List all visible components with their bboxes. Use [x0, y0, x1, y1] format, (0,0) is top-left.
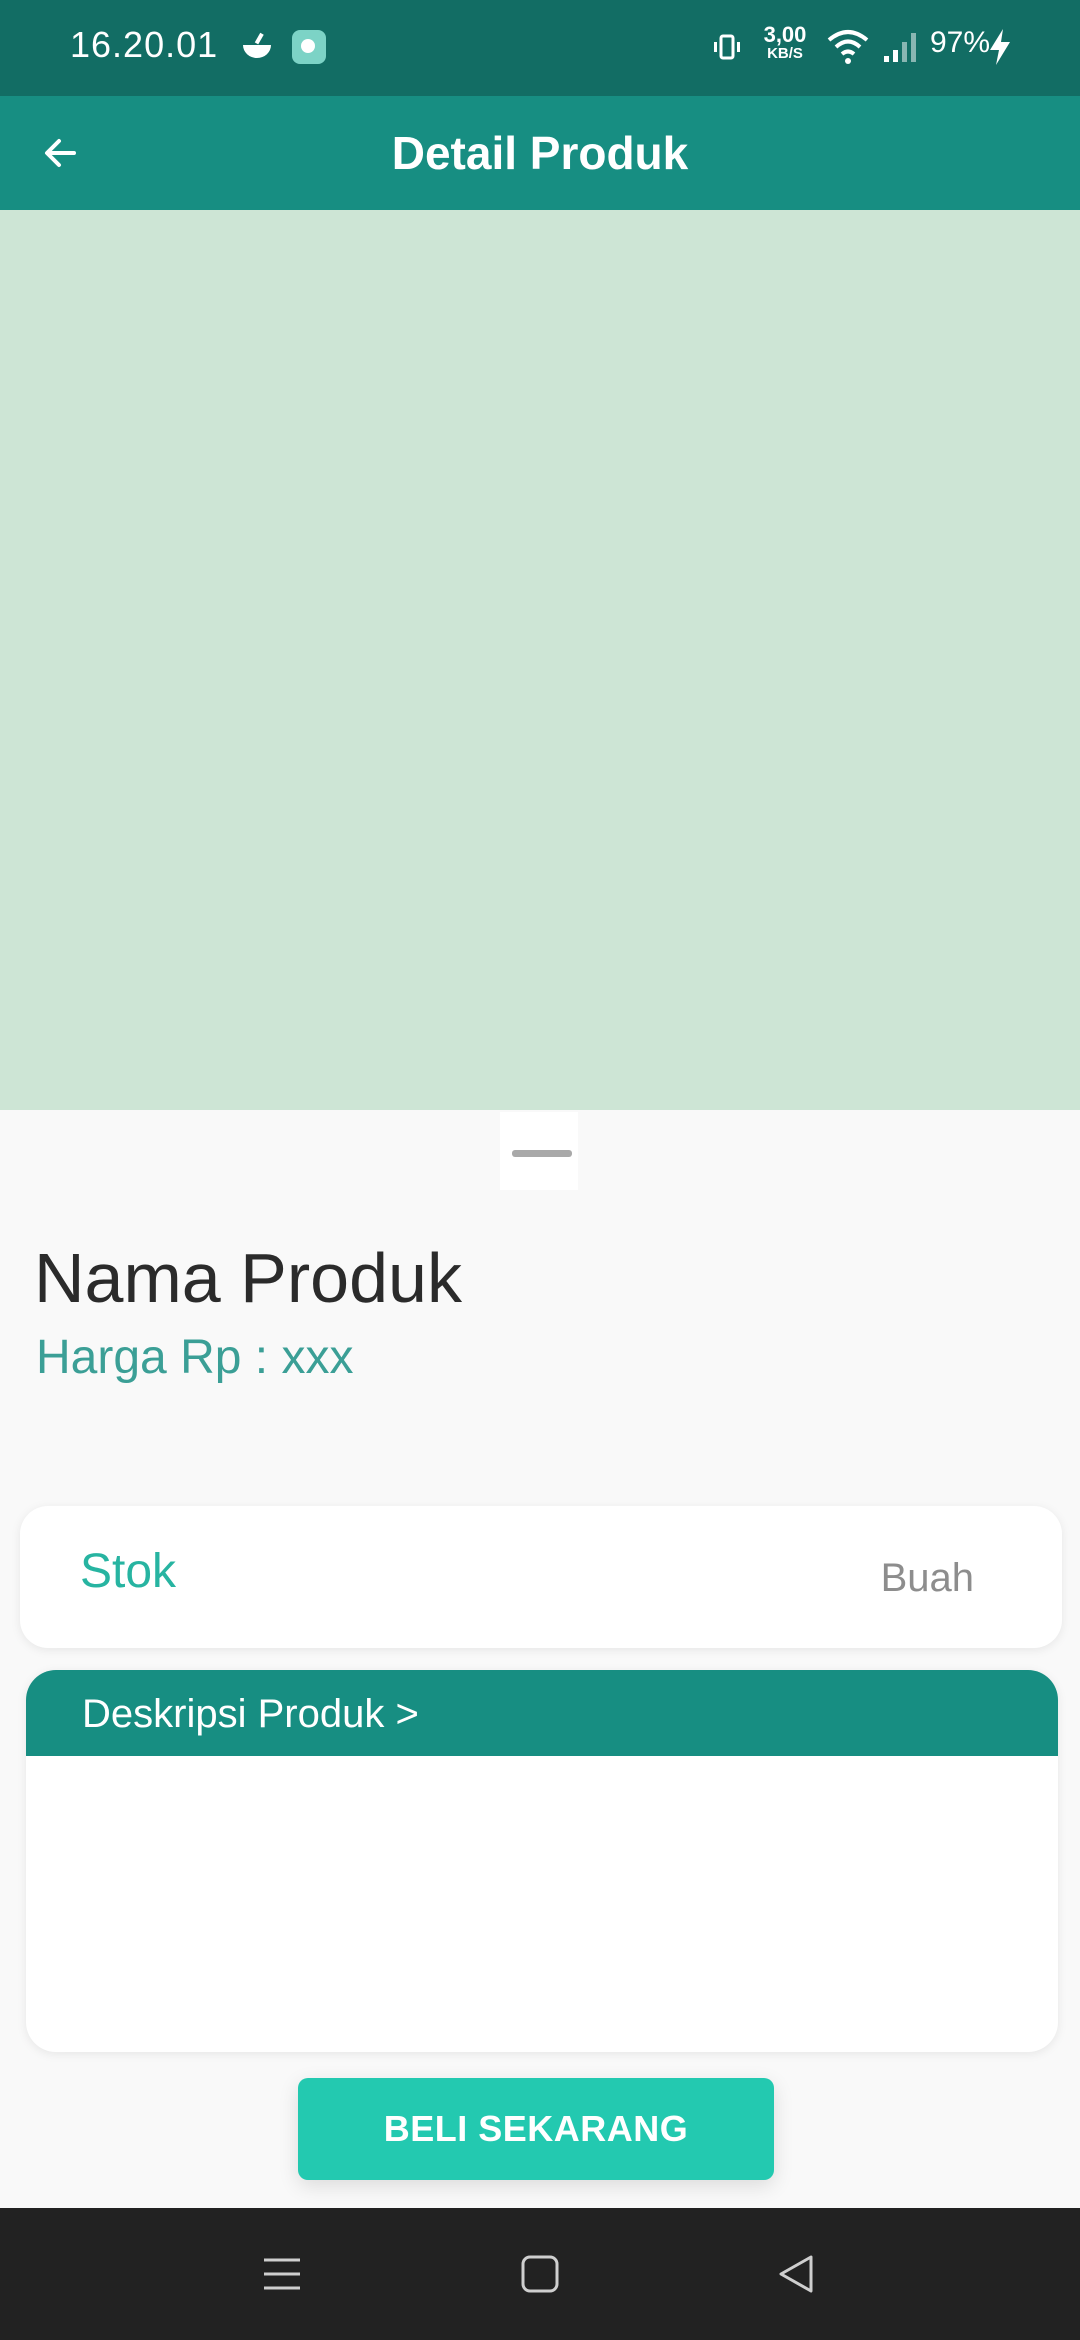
description-card: Deskripsi Produk > [26, 1670, 1058, 2052]
charging-icon [990, 29, 1010, 65]
recent-apps-button[interactable] [252, 2244, 312, 2304]
status-bar: 16.20.01 3,00 KB/S 97% [0, 0, 1080, 96]
stock-label: Stok [80, 1545, 177, 1598]
page-title: Detail Produk [391, 127, 689, 179]
product-name: Nama Produk [34, 1239, 462, 1317]
description-title: Deskripsi Produk > [82, 1692, 419, 1736]
nav-back-button[interactable] [766, 2244, 826, 2304]
signal-icon [884, 33, 916, 62]
stock-unit: Buah [880, 1556, 974, 1600]
wifi-icon [827, 30, 869, 64]
battery-level: 97% [930, 26, 991, 59]
buy-now-button[interactable]: BELI SEKARANG [298, 2078, 774, 2180]
home-button[interactable] [510, 2244, 570, 2304]
product-price: Harga Rp : xxx [36, 1331, 354, 1384]
app-notification-icon [292, 30, 326, 64]
stock-card: Stok Buah [20, 1506, 1062, 1648]
vibrate-icon [714, 34, 740, 60]
menu-icon [264, 2258, 300, 2290]
app-bar: Detail Produk [0, 96, 1080, 210]
product-image [0, 210, 1080, 1110]
home-icon [521, 2255, 559, 2293]
drag-handle[interactable] [512, 1150, 572, 1157]
navigation-bar [0, 2208, 1080, 2340]
status-time: 16.20.01 [70, 24, 219, 65]
description-header[interactable]: Deskripsi Produk > [26, 1670, 1058, 1756]
network-speed-value: 3,00 [763, 22, 807, 47]
network-speed: 3,00 KB/S [758, 22, 812, 62]
network-speed-unit: KB/S [767, 45, 803, 62]
bowl-icon [243, 32, 271, 58]
back-triangle-icon [779, 2255, 813, 2293]
